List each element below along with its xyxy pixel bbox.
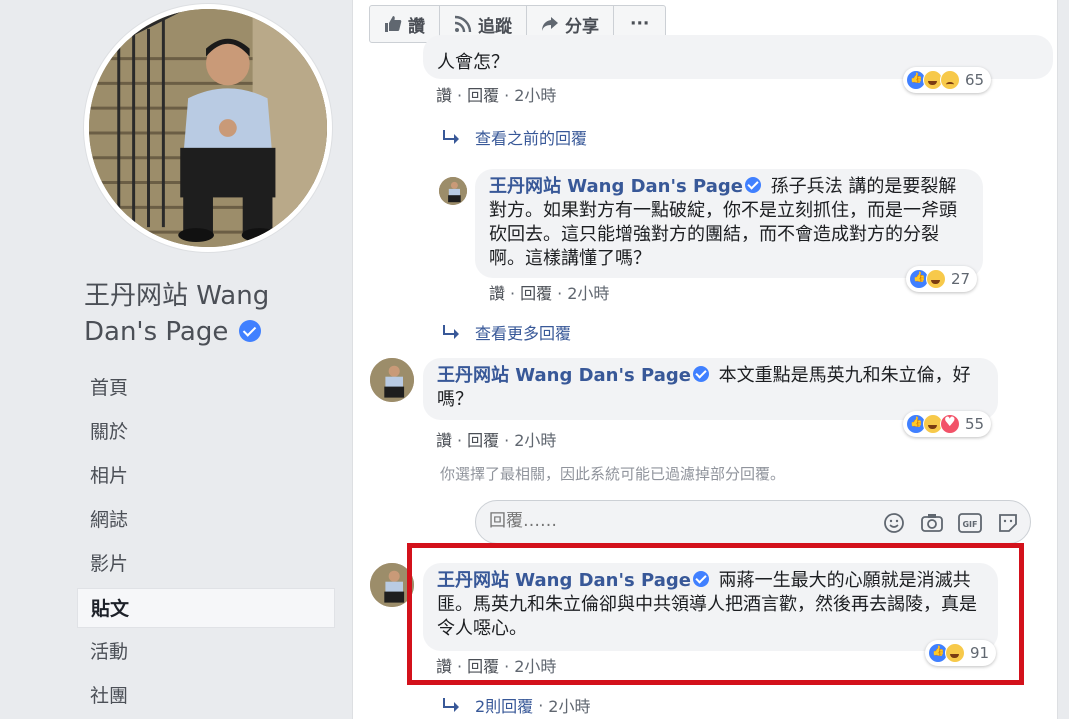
replies-count-label: 2則回覆: [475, 697, 534, 716]
replies-summary-link[interactable]: 2則回覆 · 2小時: [443, 693, 590, 717]
comment-time[interactable]: 2小時: [514, 86, 556, 105]
composer-icons: GIF: [882, 511, 1020, 535]
sticker-icon[interactable]: [996, 511, 1020, 535]
comment-time[interactable]: 2小時: [567, 284, 609, 303]
share-label: 分享: [565, 16, 599, 37]
emoji-icon[interactable]: [882, 511, 906, 535]
haha-reaction-icon: [926, 269, 946, 289]
nav-item-groups[interactable]: 社團: [77, 676, 335, 716]
comment-like-link[interactable]: 讚: [489, 284, 505, 303]
reactions-summary[interactable]: 55: [903, 411, 992, 437]
reaction-count: 55: [965, 415, 985, 433]
share-arrow-icon: [542, 17, 558, 31]
nav-item-posts[interactable]: 貼文: [77, 588, 335, 628]
nav-item-notes[interactable]: 網誌: [77, 500, 335, 540]
comment-meta: 讚 · 回覆 · 2小時: [436, 431, 557, 450]
comment-reply-link[interactable]: 回覆: [520, 284, 552, 303]
nav-item-home[interactable]: 首頁: [77, 368, 335, 408]
sad-reaction-icon: [940, 70, 960, 90]
reply-arrow-icon: [443, 698, 459, 712]
reactions-summary[interactable]: 65: [903, 67, 992, 93]
verified-badge-icon: [238, 320, 261, 342]
avatar-image: [439, 177, 467, 205]
view-more-label: 查看更多回覆: [475, 324, 572, 343]
profile-photo-image: [89, 9, 327, 247]
comment-like-link[interactable]: 讚: [436, 431, 452, 450]
view-more-replies[interactable]: 查看更多回覆: [443, 320, 571, 344]
love-reaction-icon: [940, 414, 960, 434]
reply-input[interactable]: [489, 511, 849, 531]
more-options-icon: ···: [630, 14, 650, 34]
svg-text:GIF: GIF: [962, 520, 977, 529]
like-button[interactable]: 讚: [370, 6, 440, 42]
page-nav: 首頁 關於 相片 網誌 影片 貼文 活動 社團: [77, 368, 335, 719]
reaction-count: 65: [965, 71, 985, 89]
reply-arrow-icon: [443, 130, 459, 144]
reaction-count: 27: [951, 270, 971, 288]
nav-item-photos[interactable]: 相片: [77, 456, 335, 496]
highlight-annotation-box: [407, 543, 1024, 685]
page-name[interactable]: 王丹网站 Wang Dan's Page: [84, 278, 324, 350]
reply-composer[interactable]: GIF: [475, 500, 1031, 544]
comment-reply-link[interactable]: 回覆: [467, 431, 499, 450]
gif-icon[interactable]: GIF: [958, 511, 982, 535]
comment-like-link[interactable]: 讚: [436, 86, 452, 105]
replies-time: 2小時: [548, 697, 591, 716]
profile-picture[interactable]: [84, 4, 332, 252]
follow-label: 追蹤: [478, 16, 512, 37]
view-previous-replies[interactable]: 查看之前的回覆: [443, 125, 587, 149]
thumbs-up-icon: [385, 16, 402, 32]
avatar[interactable]: [439, 177, 467, 205]
comment-time[interactable]: 2小時: [514, 431, 556, 450]
camera-icon[interactable]: [920, 511, 944, 535]
nav-item-about[interactable]: 關於: [77, 412, 335, 452]
scrollbar-track[interactable]: [1058, 0, 1069, 719]
reply-bubble: 王丹网站 Wang Dan's Page 孫子兵法 講的是要裂解對方。如果對方有…: [475, 169, 983, 278]
comment-author-link[interactable]: 王丹网站 Wang Dan's Page: [437, 365, 691, 386]
comment-author-link[interactable]: 王丹网站 Wang Dan's Page: [489, 176, 743, 197]
nav-item-videos[interactable]: 影片: [77, 544, 335, 584]
avatar-image: [370, 358, 414, 402]
like-label: 讚: [408, 16, 425, 37]
avatar[interactable]: [370, 358, 414, 402]
comment-meta: 讚 · 回覆 · 2小時: [436, 86, 557, 105]
reply-arrow-icon: [443, 325, 459, 339]
comment-reply-link[interactable]: 回覆: [467, 86, 499, 105]
verified-badge-icon: [744, 177, 761, 193]
rss-icon: [454, 15, 472, 33]
reactions-summary[interactable]: 27: [906, 266, 978, 292]
nav-item-events[interactable]: 活動: [77, 632, 335, 672]
comment-meta: 讚 · 回覆 · 2小時: [489, 284, 610, 303]
verified-badge-icon: [692, 366, 709, 382]
left-column: 王丹网站 Wang Dan's Page 首頁 關於 相片 網誌 影片 貼文 活…: [0, 0, 350, 719]
view-previous-label: 查看之前的回覆: [475, 129, 588, 148]
filter-notice: 你選擇了最相關，因此系統可能已過濾掉部分回覆。: [440, 465, 786, 483]
